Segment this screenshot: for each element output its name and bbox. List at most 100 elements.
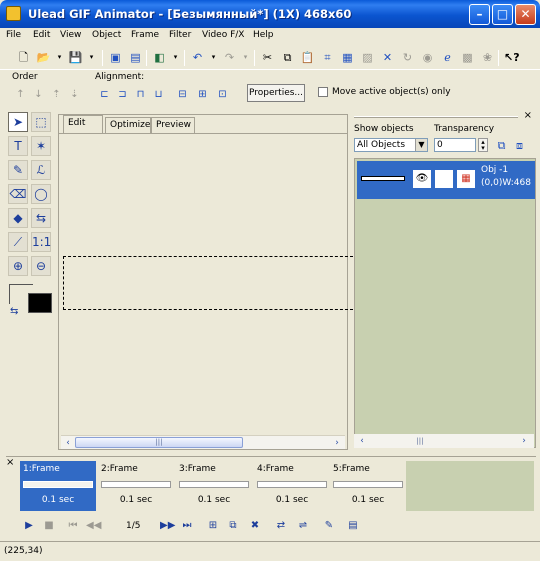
swap-colors-icon[interactable]: ⇆ <box>10 306 18 317</box>
effects-icon[interactable]: ❀ <box>480 50 495 65</box>
align-left-icon[interactable]: ⊏ <box>98 88 111 101</box>
visibility-eye-icon[interactable]: 👁 <box>413 170 431 188</box>
maximize-button[interactable]: □ <box>492 4 513 25</box>
crop-icon[interactable]: ⌗ <box>320 50 335 65</box>
show-objects-select[interactable]: All Objects ▼ <box>354 138 428 152</box>
banner-text-icon[interactable]: ▦ <box>340 50 355 65</box>
duplicate-frame-icon[interactable]: ⧉ <box>226 519 240 533</box>
save-icon[interactable]: 💾 <box>68 50 83 65</box>
object-horizontal-scrollbar[interactable]: ‹ ||| › <box>354 434 534 448</box>
ellipse-tool-icon[interactable]: ◯ <box>31 184 51 204</box>
redo-icon[interactable]: ↷ <box>222 50 237 65</box>
frame-delay[interactable]: 0.1 sec <box>20 495 96 505</box>
layer-dropdown-icon[interactable]: ▾ <box>168 50 183 65</box>
frame-delay[interactable]: 0.1 sec <box>254 495 330 505</box>
align-center-icon[interactable]: ⊐ <box>116 88 129 101</box>
merge-objects-icon[interactable]: ⧈ <box>512 138 527 153</box>
chevron-down-icon[interactable]: ▼ <box>415 139 427 151</box>
object-color-icon[interactable]: ▦ <box>457 170 475 188</box>
video-icon[interactable]: ◉ <box>420 50 435 65</box>
image-icon[interactable]: ▨ <box>360 50 375 65</box>
properties-button[interactable]: Properties... <box>247 84 305 102</box>
marquee-tool-icon[interactable]: ⬚ <box>31 112 51 132</box>
menu-view[interactable]: View <box>60 30 81 40</box>
scroll-left-icon[interactable]: ‹ <box>62 437 74 449</box>
send-to-back-icon[interactable]: ⇣ <box>68 88 81 101</box>
transparency-spinner[interactable]: ▴ ▾ <box>478 138 488 152</box>
tab-optimize[interactable]: Optimize <box>105 117 151 133</box>
frame-panel-close-icon[interactable]: × <box>6 457 14 468</box>
minimize-button[interactable]: – <box>469 4 490 25</box>
menu-object[interactable]: Object <box>92 30 121 40</box>
frame-delay[interactable]: 0.1 sec <box>98 495 174 505</box>
duplicate-object-icon[interactable]: ⧉ <box>494 138 509 153</box>
frame-delay[interactable]: 0.1 sec <box>330 495 406 505</box>
object-lock-toggle[interactable] <box>435 170 453 188</box>
next-frame-icon[interactable]: ▶▶ <box>160 519 175 533</box>
scroll-left-icon[interactable]: ‹ <box>356 435 368 447</box>
menu-edit[interactable]: Edit <box>33 30 50 40</box>
zoom-in-tool-icon[interactable]: ⊕ <box>8 256 28 276</box>
rotate-icon[interactable]: ↻ <box>400 50 415 65</box>
transparency-input[interactable]: 0 <box>434 138 476 152</box>
panel-grip[interactable] <box>354 116 518 118</box>
frame-strip-empty-area[interactable] <box>406 461 534 511</box>
frame-thumbnail-2[interactable]: 2:Frame 0.1 sec <box>98 461 174 511</box>
optimize-icon[interactable]: ▩ <box>460 50 475 65</box>
tab-preview[interactable]: Preview <box>151 117 195 133</box>
fill-tool-icon[interactable]: ◆ <box>8 208 28 228</box>
gif-canvas[interactable] <box>63 256 353 310</box>
pick-tool-icon[interactable]: ➤ <box>8 112 28 132</box>
list-item[interactable]: 👁 ▦ Obj -1 (0,0)W:468 <box>357 161 535 199</box>
frame-delay[interactable]: 0.1 sec <box>176 495 252 505</box>
undo-icon[interactable]: ↶ <box>190 50 205 65</box>
add-frame-icon[interactable]: ⊞ <box>206 519 220 533</box>
add-frame-icon[interactable]: ▤ <box>128 50 143 65</box>
menu-video-fx[interactable]: Video F/X <box>202 30 244 40</box>
bring-forward-icon[interactable]: ↑ <box>14 88 27 101</box>
frame-panel-options-icon[interactable]: ▤ <box>346 519 360 533</box>
eyedropper-tool-icon[interactable]: ⟋ <box>8 232 28 252</box>
align-bottom-icon[interactable]: ⊔ <box>152 88 165 101</box>
canvas-horizontal-scrollbar[interactable]: ‹ ||| › <box>61 435 345 449</box>
foreground-color-swatch[interactable] <box>28 293 52 313</box>
menu-frame[interactable]: Frame <box>131 30 159 40</box>
eraser-tool-icon[interactable]: ⌫ <box>8 184 28 204</box>
close-button[interactable]: ✕ <box>515 4 536 25</box>
brush-tool-icon[interactable]: ✎ <box>8 160 28 180</box>
save-dropdown-icon[interactable]: ▾ <box>84 50 99 65</box>
redo-dropdown-icon[interactable]: ▾ <box>238 50 253 65</box>
frame-properties-icon[interactable]: ✎ <box>322 519 336 533</box>
paste-icon[interactable]: 📋 <box>300 50 315 65</box>
center-both-icon[interactable]: ⊡ <box>216 88 229 101</box>
tween-icon[interactable]: ⇄ <box>274 519 288 533</box>
first-frame-icon[interactable]: ⏮ <box>66 519 80 533</box>
reverse-frames-icon[interactable]: ⇌ <box>296 519 310 533</box>
zoom-out-tool-icon[interactable]: ⊖ <box>31 256 51 276</box>
lasso-tool-icon[interactable]: ℒ <box>31 160 51 180</box>
open-file-icon[interactable]: 📂 <box>36 50 51 65</box>
play-icon[interactable]: ▶ <box>22 519 36 533</box>
last-frame-icon[interactable]: ⏭ <box>180 519 194 533</box>
open-dropdown-icon[interactable]: ▾ <box>52 50 67 65</box>
delete-frame-icon[interactable]: ✖ <box>248 519 262 533</box>
scroll-right-icon[interactable]: › <box>518 435 530 447</box>
object-list[interactable]: 👁 ▦ Obj -1 (0,0)W:468 <box>354 158 536 448</box>
object-panel-close-icon[interactable]: × <box>524 110 532 121</box>
previous-frame-icon[interactable]: ◀◀ <box>86 519 101 533</box>
frame-thumbnail-1[interactable]: 1:Frame 0.1 sec <box>20 461 96 511</box>
move-active-checkbox[interactable] <box>318 87 328 97</box>
frame-thumbnail-5[interactable]: 5:Frame 0.1 sec <box>330 461 406 511</box>
canvas-workspace[interactable] <box>59 133 353 435</box>
text-tool-icon[interactable]: T <box>8 136 28 156</box>
add-images-icon[interactable]: ▣ <box>108 50 123 65</box>
scroll-thumb[interactable]: ||| <box>75 437 243 448</box>
resize-icon[interactable]: ✕ <box>380 50 395 65</box>
align-top-icon[interactable]: ⊓ <box>134 88 147 101</box>
menu-file[interactable]: File <box>6 30 21 40</box>
transform-tool-icon[interactable]: ⇆ <box>31 208 51 228</box>
copy-icon[interactable]: ⧉ <box>280 50 295 65</box>
tab-edit[interactable]: Edit <box>63 115 103 133</box>
magic-wand-tool-icon[interactable]: ✶ <box>31 136 51 156</box>
context-help-icon[interactable]: ↖? <box>504 50 520 65</box>
